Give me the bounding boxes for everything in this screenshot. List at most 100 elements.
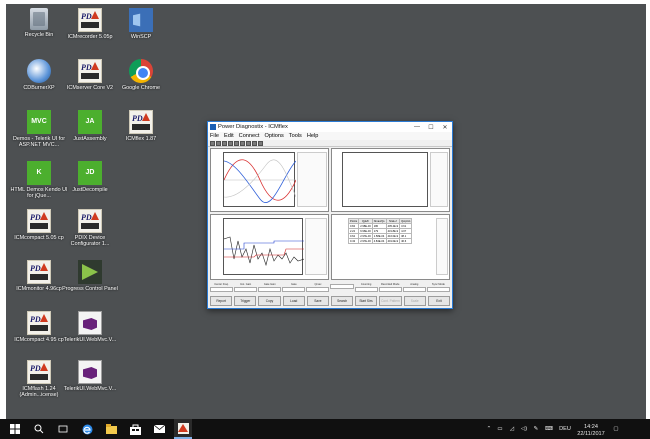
menu-help[interactable]: Help (307, 133, 319, 139)
status-inst-gain: Inst. Gain (234, 283, 258, 293)
keyboard-icon[interactable]: ⌨ (542, 426, 556, 432)
save-button[interactable]: Save (306, 296, 330, 306)
menu-options[interactable]: Options (265, 133, 284, 139)
language-indicator[interactable]: DEU (556, 426, 574, 432)
close-button[interactable]: ✕ (438, 124, 452, 131)
desktop-icon-icmcompact-495[interactable]: PD ICMcompact 4.95 cp (10, 311, 68, 343)
start-button[interactable] (6, 419, 24, 439)
maximize-button[interactable]: ☐ (424, 124, 438, 131)
phase-resolved-chart[interactable] (223, 152, 297, 207)
desktop-icon-telerik-webmvc-1[interactable]: TelerikUI.WebMvc.V... (61, 311, 119, 343)
icmflex-taskbar-button[interactable] (174, 419, 192, 439)
phase-side-values (297, 152, 327, 207)
desktop-icon-label: PDIX Device Configurator 1... (70, 235, 110, 248)
desktop-icon-kendo-demos[interactable]: K HTML Demos Kendo UI for jQue... (10, 161, 68, 200)
cdburnerxp-icon (27, 59, 51, 83)
results-side-values (436, 218, 448, 275)
start-sim-button[interactable]: Start Sim. (355, 296, 378, 306)
desktop-icon-chrome[interactable]: Google Chrome (112, 59, 170, 91)
desktop-icon-icmrecorder[interactable]: PD ICMrecorder 5.05p (61, 8, 119, 40)
phase-resolved-panel (210, 148, 329, 212)
pd-icm-icon: PD (27, 260, 51, 284)
load-button[interactable]: Load (282, 296, 305, 306)
toolbar-button-9[interactable] (258, 140, 263, 146)
copy-button[interactable]: Copy (258, 296, 281, 306)
menu-tools[interactable]: Tools (289, 133, 302, 139)
desktop-icon-label: CDBurnerXP (23, 85, 55, 91)
file-explorer-button[interactable] (102, 419, 120, 439)
desktop-icon-justdecompile[interactable]: JD JustDecompile (61, 161, 119, 193)
desktop-icon-label: ICMrecorder 5.05p (67, 34, 113, 40)
toolbar-button-3[interactable] (222, 140, 227, 146)
desktop-icon-icmflash[interactable]: PD ICMflash 1.24 (Admin...icense) (10, 360, 68, 399)
desktop-icon-winscp[interactable]: WinSCP (112, 8, 170, 40)
toolbar-button-4[interactable] (228, 140, 233, 146)
trigger-button[interactable]: Trigger (234, 296, 257, 306)
mail-icon (153, 425, 165, 433)
desktop-icon-label: Demos - Telerik UI for ASP.NET MVC... (12, 136, 66, 149)
desktop-icon-icmmonitor[interactable]: PD ICMmonitor 4.96cp (10, 260, 68, 292)
toolbar-button-7[interactable] (246, 140, 251, 146)
task-view-button[interactable] (54, 419, 72, 439)
trend-chart[interactable] (223, 218, 305, 275)
desktop-icon-label: ICMserver Core V2 (66, 85, 114, 91)
status-field[interactable] (282, 287, 306, 292)
pd-icm-icon: PD (78, 209, 102, 233)
results-panel: Points Qpk/h Nmax/Qs N/sk+f Qs/pC/s 0.84… (331, 214, 450, 280)
network-icon[interactable]: ◿ (506, 426, 518, 432)
menu-file[interactable]: File (210, 133, 219, 139)
report-button[interactable]: Report (210, 296, 233, 306)
desktop-icon-label: TelerikUI.WebMvc.V... (63, 337, 117, 343)
toolbar-button-5[interactable] (234, 140, 239, 146)
menu-connect[interactable]: Connect (239, 133, 260, 139)
desktop-icon-label: JustDecompile (72, 187, 108, 193)
pen-icon[interactable]: ✎ (530, 426, 542, 432)
battery-icon[interactable]: ▭ (494, 426, 506, 432)
search-button[interactable] (30, 419, 48, 439)
status-field[interactable] (210, 287, 234, 292)
status-field[interactable] (354, 287, 378, 292)
toolbar-button-8[interactable] (252, 140, 257, 146)
desktop-icon-telerik-webmvc-2[interactable]: TelerikUI.WebMvc.V... (61, 360, 119, 392)
icmflex-window[interactable]: Power Diagnostix - ICMflex — ☐ ✕ File Ed… (207, 121, 453, 309)
search-button[interactable]: Search (331, 296, 354, 306)
tray-chevron-icon[interactable]: ⌃ (484, 426, 494, 432)
toolbar-button-1[interactable] (210, 140, 215, 146)
status-field[interactable] (402, 287, 426, 292)
mail-button[interactable] (150, 419, 168, 439)
desktop-icon-pdix-configurator[interactable]: PD PDIX Device Configurator 1... (61, 209, 119, 248)
desktop-icon-recycle-bin[interactable]: Recycle Bin (10, 8, 68, 38)
spectrum-chart[interactable] (342, 152, 428, 207)
status-field[interactable] (234, 287, 258, 292)
desktop-icon-icmserver[interactable]: PD ICMserver Core V2 (61, 59, 119, 91)
store-button[interactable] (126, 419, 144, 439)
desktop-icon-justassembly[interactable]: JA JustAssembly (61, 110, 119, 142)
volume-icon[interactable]: ◁) (518, 426, 530, 432)
desktop-icon-label: HTML Demos Kendo UI for jQue... (10, 187, 68, 200)
window-titlebar[interactable]: Power Diagnostix - ICMflex — ☐ ✕ (208, 122, 452, 132)
status-field[interactable] (306, 287, 330, 292)
desktop-icon-icmcompact-505[interactable]: PD ICMcompact 5.05 cp (10, 209, 68, 241)
desktop-icon-cdburnerxp[interactable]: CDBurnerXP (10, 59, 68, 91)
toolbar-button-6[interactable] (240, 140, 245, 146)
desktop-icon-progress-control-panel[interactable]: Progress Control Panel (61, 260, 119, 292)
status-field[interactable] (330, 284, 354, 289)
status-field[interactable] (426, 287, 450, 292)
table-row[interactable]: 0.43 2.97E-03 4.84E-04 401.0E-9 46.6 (347, 238, 413, 244)
action-button-row: Report Trigger Copy Load Save Search Sta… (210, 296, 451, 306)
toolbar-button-2[interactable] (216, 140, 221, 146)
app-icon (210, 124, 216, 130)
status-field[interactable] (378, 287, 402, 292)
exit-button[interactable]: Exit (427, 296, 451, 306)
notification-icon[interactable]: ▢ (608, 426, 624, 432)
status-field[interactable] (258, 287, 282, 292)
edge-button[interactable] (78, 419, 96, 439)
desktop-icon-icmflex[interactable]: PD ICMflex 1.87 (112, 110, 170, 142)
clock[interactable]: 14:24 22/11/2017 (574, 421, 608, 437)
minimize-button[interactable]: — (410, 124, 424, 130)
menu-edit[interactable]: Edit (224, 133, 234, 139)
desktop-icon-mvc-demos[interactable]: MVC Demos - Telerik UI for ASP.NET MVC..… (10, 110, 68, 149)
scale-button[interactable]: Scale (403, 296, 426, 306)
pd-icm-icon: PD (27, 360, 51, 384)
cont-pattern-button[interactable]: Cont. Pattern (379, 296, 402, 306)
